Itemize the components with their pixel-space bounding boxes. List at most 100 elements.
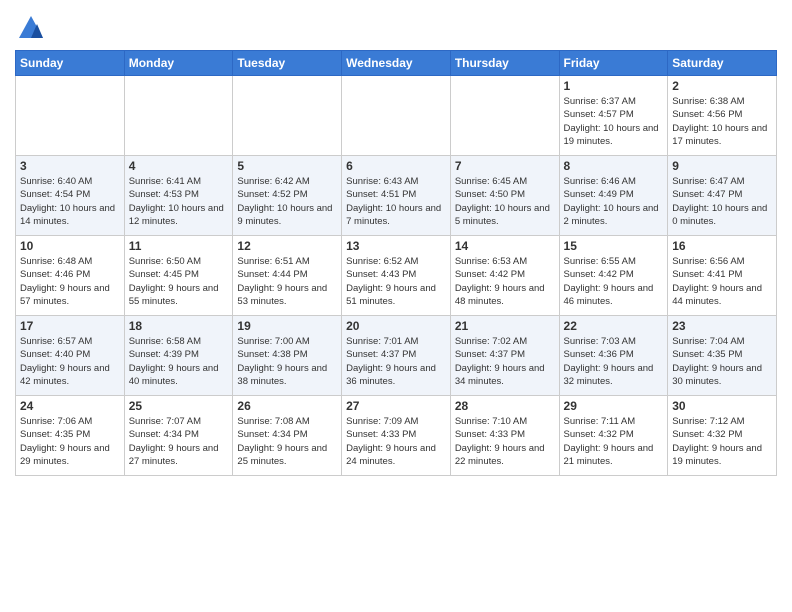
day-info: Sunrise: 6:47 AM Sunset: 4:47 PM Dayligh… [672, 175, 772, 228]
day-cell: 17 Sunrise: 6:57 AM Sunset: 4:40 PM Dayli… [16, 316, 125, 396]
logo [15, 14, 45, 42]
day-number: 26 [237, 399, 337, 413]
day-number: 2 [672, 79, 772, 93]
day-cell: 7 Sunrise: 6:45 AM Sunset: 4:50 PM Daylig… [450, 156, 559, 236]
day-info: Sunrise: 6:55 AM Sunset: 4:42 PM Dayligh… [564, 255, 664, 308]
day-cell: 15 Sunrise: 6:55 AM Sunset: 4:42 PM Dayli… [559, 236, 668, 316]
day-cell: 11 Sunrise: 6:50 AM Sunset: 4:45 PM Dayli… [124, 236, 233, 316]
day-info: Sunrise: 6:58 AM Sunset: 4:39 PM Dayligh… [129, 335, 229, 388]
header-day-thursday: Thursday [450, 51, 559, 76]
day-cell: 2 Sunrise: 6:38 AM Sunset: 4:56 PM Daylig… [668, 76, 777, 156]
day-info: Sunrise: 6:37 AM Sunset: 4:57 PM Dayligh… [564, 95, 664, 148]
day-number: 23 [672, 319, 772, 333]
day-number: 7 [455, 159, 555, 173]
day-info: Sunrise: 7:01 AM Sunset: 4:37 PM Dayligh… [346, 335, 446, 388]
day-cell: 5 Sunrise: 6:42 AM Sunset: 4:52 PM Daylig… [233, 156, 342, 236]
day-number: 25 [129, 399, 229, 413]
day-number: 1 [564, 79, 664, 93]
day-cell: 26Sunrise: 7:08 AM Sunset: 4:34 PM Dayli… [233, 396, 342, 476]
header-day-monday: Monday [124, 51, 233, 76]
day-cell: 4 Sunrise: 6:41 AM Sunset: 4:53 PM Daylig… [124, 156, 233, 236]
day-info: Sunrise: 6:38 AM Sunset: 4:56 PM Dayligh… [672, 95, 772, 148]
day-number: 11 [129, 239, 229, 253]
day-number: 24 [20, 399, 120, 413]
week-row-2: 10 Sunrise: 6:48 AM Sunset: 4:46 PM Dayli… [16, 236, 777, 316]
day-cell: 3 Sunrise: 6:40 AM Sunset: 4:54 PM Daylig… [16, 156, 125, 236]
day-number: 19 [237, 319, 337, 333]
day-info: Sunrise: 7:03 AM Sunset: 4:36 PM Dayligh… [564, 335, 664, 388]
day-cell [450, 76, 559, 156]
day-cell: 22 Sunrise: 7:03 AM Sunset: 4:36 PM Dayli… [559, 316, 668, 396]
day-cell: 13 Sunrise: 6:52 AM Sunset: 4:43 PM Dayli… [342, 236, 451, 316]
day-info: Sunrise: 6:50 AM Sunset: 4:45 PM Dayligh… [129, 255, 229, 308]
day-info: Sunrise: 7:06 AM Sunset: 4:35 PM Dayligh… [20, 415, 120, 468]
day-info: Sunrise: 6:40 AM Sunset: 4:54 PM Dayligh… [20, 175, 120, 228]
day-number: 12 [237, 239, 337, 253]
day-cell: 1 Sunrise: 6:37 AM Sunset: 4:57 PM Daylig… [559, 76, 668, 156]
day-cell: 23 Sunrise: 7:04 AM Sunset: 4:35 PM Dayli… [668, 316, 777, 396]
day-number: 3 [20, 159, 120, 173]
day-number: 20 [346, 319, 446, 333]
day-info: Sunrise: 6:43 AM Sunset: 4:51 PM Dayligh… [346, 175, 446, 228]
week-row-3: 17 Sunrise: 6:57 AM Sunset: 4:40 PM Dayli… [16, 316, 777, 396]
day-number: 5 [237, 159, 337, 173]
day-info: Sunrise: 6:53 AM Sunset: 4:42 PM Dayligh… [455, 255, 555, 308]
day-info: Sunrise: 7:02 AM Sunset: 4:37 PM Dayligh… [455, 335, 555, 388]
day-info: Sunrise: 7:07 AM Sunset: 4:34 PM Dayligh… [129, 415, 229, 468]
day-number: 29 [564, 399, 664, 413]
day-number: 16 [672, 239, 772, 253]
day-number: 9 [672, 159, 772, 173]
day-cell: 18 Sunrise: 6:58 AM Sunset: 4:39 PM Dayli… [124, 316, 233, 396]
calendar-header-row: SundayMondayTuesdayWednesdayThursdayFrid… [16, 51, 777, 76]
logo-icon [17, 14, 45, 42]
day-cell: 27Sunrise: 7:09 AM Sunset: 4:33 PM Dayli… [342, 396, 451, 476]
day-cell [233, 76, 342, 156]
day-cell: 8Sunrise: 6:46 AM Sunset: 4:49 PM Daylig… [559, 156, 668, 236]
day-number: 15 [564, 239, 664, 253]
header-day-friday: Friday [559, 51, 668, 76]
day-info: Sunrise: 6:52 AM Sunset: 4:43 PM Dayligh… [346, 255, 446, 308]
day-cell: 19 Sunrise: 7:00 AM Sunset: 4:38 PM Dayli… [233, 316, 342, 396]
day-cell: 29 Sunrise: 7:11 AM Sunset: 4:32 PM Dayli… [559, 396, 668, 476]
day-info: Sunrise: 6:42 AM Sunset: 4:52 PM Dayligh… [237, 175, 337, 228]
day-info: Sunrise: 6:48 AM Sunset: 4:46 PM Dayligh… [20, 255, 120, 308]
day-number: 18 [129, 319, 229, 333]
day-info: Sunrise: 6:56 AM Sunset: 4:41 PM Dayligh… [672, 255, 772, 308]
day-info: Sunrise: 6:41 AM Sunset: 4:53 PM Dayligh… [129, 175, 229, 228]
day-number: 21 [455, 319, 555, 333]
page: SundayMondayTuesdayWednesdayThursdayFrid… [0, 0, 792, 612]
day-number: 13 [346, 239, 446, 253]
day-info: Sunrise: 7:11 AM Sunset: 4:32 PM Dayligh… [564, 415, 664, 468]
day-cell: 21 Sunrise: 7:02 AM Sunset: 4:37 PM Dayli… [450, 316, 559, 396]
day-cell: 14Sunrise: 6:53 AM Sunset: 4:42 PM Dayli… [450, 236, 559, 316]
day-info: Sunrise: 7:09 AM Sunset: 4:33 PM Dayligh… [346, 415, 446, 468]
day-number: 17 [20, 319, 120, 333]
calendar: SundayMondayTuesdayWednesdayThursdayFrid… [15, 50, 777, 476]
day-cell: 24 Sunrise: 7:06 AM Sunset: 4:35 PM Dayli… [16, 396, 125, 476]
day-cell: 6 Sunrise: 6:43 AM Sunset: 4:51 PM Daylig… [342, 156, 451, 236]
header [15, 10, 777, 42]
day-number: 10 [20, 239, 120, 253]
header-day-saturday: Saturday [668, 51, 777, 76]
day-cell: 12 Sunrise: 6:51 AM Sunset: 4:44 PM Dayli… [233, 236, 342, 316]
day-cell: 9 Sunrise: 6:47 AM Sunset: 4:47 PM Daylig… [668, 156, 777, 236]
week-row-4: 24 Sunrise: 7:06 AM Sunset: 4:35 PM Dayli… [16, 396, 777, 476]
day-cell [16, 76, 125, 156]
header-day-tuesday: Tuesday [233, 51, 342, 76]
day-info: Sunrise: 7:00 AM Sunset: 4:38 PM Dayligh… [237, 335, 337, 388]
day-number: 28 [455, 399, 555, 413]
day-number: 4 [129, 159, 229, 173]
day-cell: 20 Sunrise: 7:01 AM Sunset: 4:37 PM Dayli… [342, 316, 451, 396]
day-info: Sunrise: 6:57 AM Sunset: 4:40 PM Dayligh… [20, 335, 120, 388]
header-day-sunday: Sunday [16, 51, 125, 76]
week-row-1: 3 Sunrise: 6:40 AM Sunset: 4:54 PM Daylig… [16, 156, 777, 236]
day-info: Sunrise: 6:45 AM Sunset: 4:50 PM Dayligh… [455, 175, 555, 228]
day-number: 22 [564, 319, 664, 333]
day-info: Sunrise: 7:10 AM Sunset: 4:33 PM Dayligh… [455, 415, 555, 468]
day-number: 6 [346, 159, 446, 173]
day-cell [342, 76, 451, 156]
day-info: Sunrise: 7:04 AM Sunset: 4:35 PM Dayligh… [672, 335, 772, 388]
day-cell [124, 76, 233, 156]
day-info: Sunrise: 6:46 AM Sunset: 4:49 PM Dayligh… [564, 175, 664, 228]
day-info: Sunrise: 6:51 AM Sunset: 4:44 PM Dayligh… [237, 255, 337, 308]
